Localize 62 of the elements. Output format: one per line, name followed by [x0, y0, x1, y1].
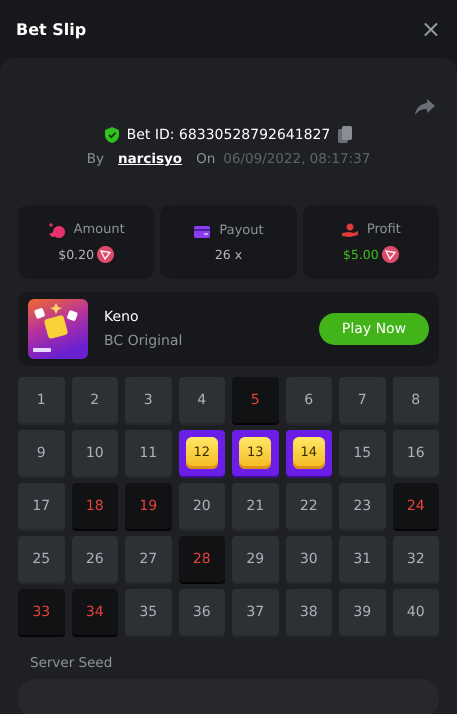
number-tile: 9: [18, 430, 64, 476]
copy-icon[interactable]: [338, 126, 352, 144]
on-label: On: [196, 151, 216, 168]
number-tile: 1: [18, 376, 64, 423]
coin-icon: [97, 246, 114, 263]
number-tile: 16: [392, 430, 439, 476]
gem-number: 13: [239, 436, 272, 469]
bet-date: 06/09/2022, 08:17:37: [223, 151, 370, 168]
number-tile: 24: [392, 482, 439, 529]
number-tile: 4: [178, 376, 225, 423]
field-label: Server Seed: [30, 654, 114, 671]
game-provider: BC Original: [104, 333, 184, 350]
number-tile: 36: [178, 588, 225, 635]
stat-label: Amount: [74, 222, 125, 238]
number-tile: 11: [125, 430, 172, 476]
number-tile: 6: [286, 376, 332, 423]
number-tile: 23: [339, 482, 386, 529]
number-tile: 15: [339, 430, 386, 476]
number-tile: 19: [125, 482, 172, 529]
stat-label: Profit: [366, 222, 401, 238]
number-tile: 3: [125, 376, 172, 423]
user-link[interactable]: narcisyo: [118, 151, 182, 168]
number-tile: 33: [18, 588, 64, 635]
number-tile: 5: [232, 376, 278, 423]
coins-icon: [48, 222, 66, 238]
gem-number: 12: [186, 436, 218, 469]
window-title: Bet Slip: [16, 20, 86, 38]
number-tile: 20: [178, 482, 225, 529]
game-name: Keno: [104, 309, 140, 326]
number-tile: 27: [125, 536, 172, 582]
number-tile: 10: [72, 430, 118, 476]
gem-number: 14: [292, 436, 325, 469]
number-tile: 28: [178, 536, 225, 582]
stat-value: $5.00: [342, 246, 380, 262]
number-tile: 31: [339, 536, 386, 582]
share-icon[interactable]: [415, 98, 435, 116]
stat-value: $0.20: [58, 246, 96, 262]
by-label: By: [86, 151, 104, 168]
bet-id: Bet ID: 68330528792641827: [126, 126, 330, 143]
number-tile: 35: [125, 588, 172, 635]
number-tile: 22: [286, 482, 332, 529]
hand-coin-icon: [340, 222, 359, 238]
number-tile: 8: [392, 376, 439, 423]
close-button[interactable]: ×: [420, 17, 441, 41]
number-tile: 2: [72, 376, 118, 423]
number-tile: 17: [18, 482, 64, 529]
number-tile: 34: [72, 588, 118, 635]
number-tile: 37: [232, 588, 278, 635]
number-tile: 38: [286, 588, 332, 635]
coin-icon: [382, 246, 399, 263]
number-tile: 39: [339, 588, 386, 635]
number-tile: 30: [286, 536, 332, 582]
stat-label: Payout: [219, 223, 264, 238]
stat-value: 26 x: [214, 246, 242, 262]
number-tile: 7: [339, 376, 386, 423]
number-tile: 21: [232, 482, 278, 529]
number-tile: 18: [72, 482, 118, 529]
number-tile: 25: [18, 536, 64, 582]
number-tile: 32: [392, 536, 439, 582]
number-tile: 29: [232, 536, 278, 582]
number-tile: 26: [72, 536, 118, 582]
number-tile: 40: [392, 588, 439, 635]
